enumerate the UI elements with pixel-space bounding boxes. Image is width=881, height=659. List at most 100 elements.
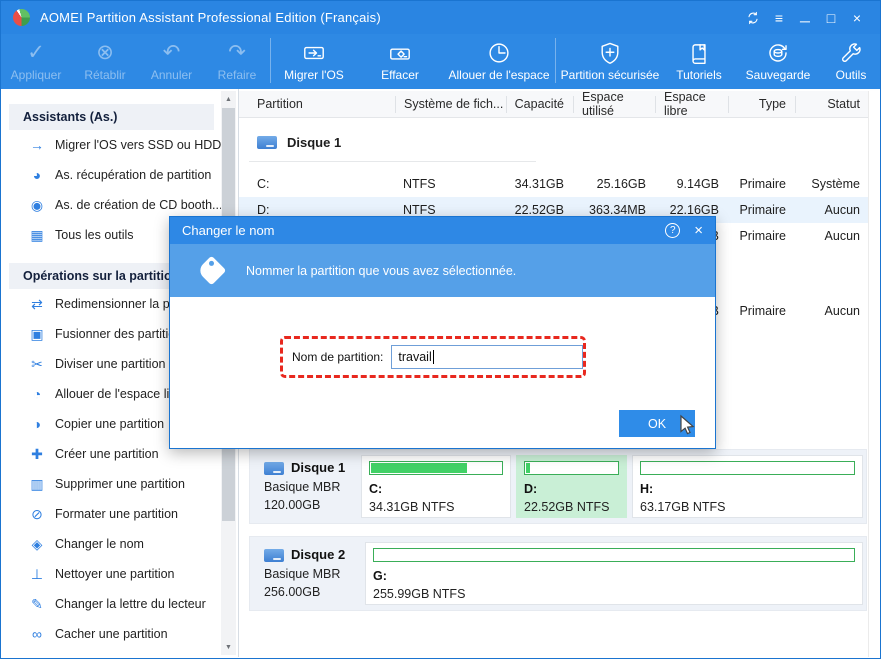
- column-free-space[interactable]: Espace libre: [655, 90, 728, 118]
- scroll-down-arrow-icon[interactable]: ▼: [221, 639, 236, 655]
- partition-name-label: Nom de partition:: [292, 350, 384, 364]
- usage-bar: [369, 461, 503, 475]
- dialog-title: Changer le nom: [182, 223, 275, 238]
- usage-bar: [524, 461, 619, 475]
- partition-card-d-selected[interactable]: D: 22.52GB NTFS: [516, 455, 627, 518]
- undo-arrow-icon: ↶: [162, 41, 181, 64]
- apply-check-icon: ✓: [27, 41, 45, 64]
- window-controls: ≡ ─ □ ×: [740, 6, 880, 30]
- redo-button[interactable]: ↷ Refaire: [204, 34, 270, 89]
- erase-disk-icon: [387, 37, 413, 68]
- sidebar-item-change-letter[interactable]: ✎ Changer la lettre du lecteur: [2, 589, 238, 619]
- help-icon[interactable]: ?: [665, 223, 681, 238]
- format-partition-icon: ⊘: [31, 505, 43, 522]
- migrate-os-disk-icon: [301, 37, 327, 68]
- disk-panel-1: Disque 1 Basique MBR 120.00GB C: 34.31GB…: [249, 449, 867, 524]
- sidebar-item-migrate-os[interactable]: → Migrer l'OS vers SSD ou HDD: [2, 130, 238, 160]
- wrench-icon: [838, 37, 864, 68]
- change-letter-icon: ✎: [31, 595, 43, 612]
- app-window: AOMEI Partition Assistant Professional E…: [0, 0, 881, 659]
- partition-recovery-icon: ◕: [32, 167, 42, 183]
- column-status[interactable]: Statut: [795, 95, 869, 113]
- redo-arrow-icon: ↷: [228, 41, 246, 64]
- column-filesystem[interactable]: Système de fich...: [395, 95, 506, 113]
- book-icon: [686, 37, 712, 68]
- dialog-description-band: Nommer la partition que vous avez sélect…: [170, 244, 715, 297]
- secure-partition-button[interactable]: Partition sécurisée: [556, 34, 664, 89]
- sidebar-item-delete-partition[interactable]: ▥ Supprimer une partition: [2, 469, 238, 499]
- column-type[interactable]: Type: [728, 95, 795, 113]
- partition-card-h[interactable]: H: 63.17GB NTFS: [632, 455, 863, 518]
- column-capacity[interactable]: Capacité: [506, 95, 573, 113]
- migrate-disk-icon: →: [30, 137, 44, 153]
- sidebar-item-rename[interactable]: ◈ Changer le nom: [2, 529, 238, 559]
- copy-partition-icon: ◑: [32, 416, 42, 432]
- create-partition-icon: ✚: [31, 445, 43, 462]
- split-partition-icon: ✂: [31, 355, 43, 372]
- sidebar-item-partition-recovery[interactable]: ◕ As. récupération de partition: [2, 160, 238, 190]
- titlebar: AOMEI Partition Assistant Professional E…: [1, 1, 880, 34]
- toolbar: ✓ Appliquer ⊗ Rétablir ↶ Annuler ↷ Refai…: [1, 34, 880, 89]
- group-divider: [249, 161, 536, 162]
- menu-icon[interactable]: ≡: [766, 6, 792, 30]
- partition-card-g[interactable]: G: 255.99GB NTFS: [365, 542, 863, 605]
- allocate-space-button[interactable]: Allouer de l'espace: [443, 34, 555, 89]
- usage-bar: [640, 461, 855, 475]
- hard-disk-icon: [264, 548, 284, 562]
- partition-table-header: Partition Système de fich... Capacité Es…: [239, 90, 869, 118]
- undo-button[interactable]: ↶ Annuler: [139, 34, 204, 89]
- hide-partition-icon: ∞: [32, 626, 42, 642]
- partition-name-input[interactable]: travail: [391, 345, 584, 369]
- disk-panel-1-label: Disque 1 Basique MBR 120.00GB: [250, 450, 358, 523]
- disk-size: 256.00GB: [264, 584, 321, 599]
- backup-sync-icon: [765, 37, 791, 68]
- discard-circle-x-icon: ⊗: [96, 41, 114, 64]
- close-button[interactable]: ×: [844, 6, 870, 30]
- migrate-os-button[interactable]: Migrer l'OS: [271, 34, 357, 89]
- tag-icon: [196, 255, 227, 286]
- sidebar-item-hide-partition[interactable]: ∞ Cacher une partition: [2, 619, 238, 649]
- tutorials-button[interactable]: Tutoriels: [664, 34, 734, 89]
- app-logo-icon: [13, 9, 30, 26]
- disk-size: 120.00GB: [264, 497, 321, 512]
- sidebar-section-assistants: Assistants (As.): [9, 104, 214, 130]
- shield-plus-icon: [597, 37, 623, 68]
- disk-type: Basique MBR: [264, 566, 341, 581]
- hard-disk-icon: [257, 136, 277, 149]
- disk-type: Basique MBR: [264, 479, 341, 494]
- rename-tag-icon: ◈: [31, 535, 43, 552]
- wipe-partition-icon: ⊥: [30, 565, 44, 582]
- apply-button[interactable]: ✓ Appliquer: [1, 34, 71, 89]
- ok-button[interactable]: OK: [619, 410, 695, 437]
- partition-card-c[interactable]: C: 34.31GB NTFS: [361, 455, 511, 518]
- tools-button[interactable]: Outils: [822, 34, 880, 89]
- maximize-button[interactable]: □: [818, 6, 844, 30]
- minimize-button[interactable]: ─: [792, 6, 818, 30]
- disk-panel-2: Disque 2 Basique MBR 256.00GB G: 255.99G…: [249, 536, 867, 611]
- delete-partition-icon: ▥: [30, 475, 44, 492]
- merge-partitions-icon: ▣: [30, 325, 44, 342]
- disk-group-1[interactable]: Disque 1: [257, 135, 341, 150]
- partition-name-row: Nom de partition: travail: [292, 345, 584, 369]
- refresh-icon[interactable]: [740, 6, 766, 30]
- sidebar-item-wipe-partition[interactable]: ⊥ Nettoyer une partition: [2, 559, 238, 589]
- list-right-gutter: [868, 91, 880, 657]
- disk-panel-2-label: Disque 2 Basique MBR 256.00GB: [250, 537, 362, 610]
- column-used-space[interactable]: Espace utilisé: [573, 90, 655, 118]
- window-title: AOMEI Partition Assistant Professional E…: [40, 10, 381, 25]
- dialog-message: Nommer la partition que vous avez sélect…: [246, 263, 517, 278]
- dialog-titlebar: Changer le nom ? ×: [170, 217, 715, 244]
- all-tools-icon: ▦: [30, 226, 44, 243]
- table-row-c[interactable]: C: NTFS 34.31GB 25.16GB 9.14GB Primaire Systèm…: [239, 171, 869, 197]
- usage-bar: [373, 548, 855, 562]
- column-partition[interactable]: Partition: [239, 96, 395, 113]
- scroll-up-arrow-icon[interactable]: ▲: [221, 91, 236, 107]
- rename-dialog: Changer le nom ? × Nommer la partition q…: [169, 216, 716, 449]
- sidebar-item-format-partition[interactable]: ⊘ Formater une partition: [2, 499, 238, 529]
- backup-button[interactable]: Sauvegarde: [734, 34, 822, 89]
- erase-button[interactable]: Effacer: [357, 34, 443, 89]
- resize-partition-icon: ⇄: [31, 295, 43, 312]
- discard-button[interactable]: ⊗ Rétablir: [71, 34, 139, 89]
- dialog-close-icon[interactable]: ×: [694, 222, 703, 239]
- allocate-free-space-icon: ◔: [32, 386, 42, 402]
